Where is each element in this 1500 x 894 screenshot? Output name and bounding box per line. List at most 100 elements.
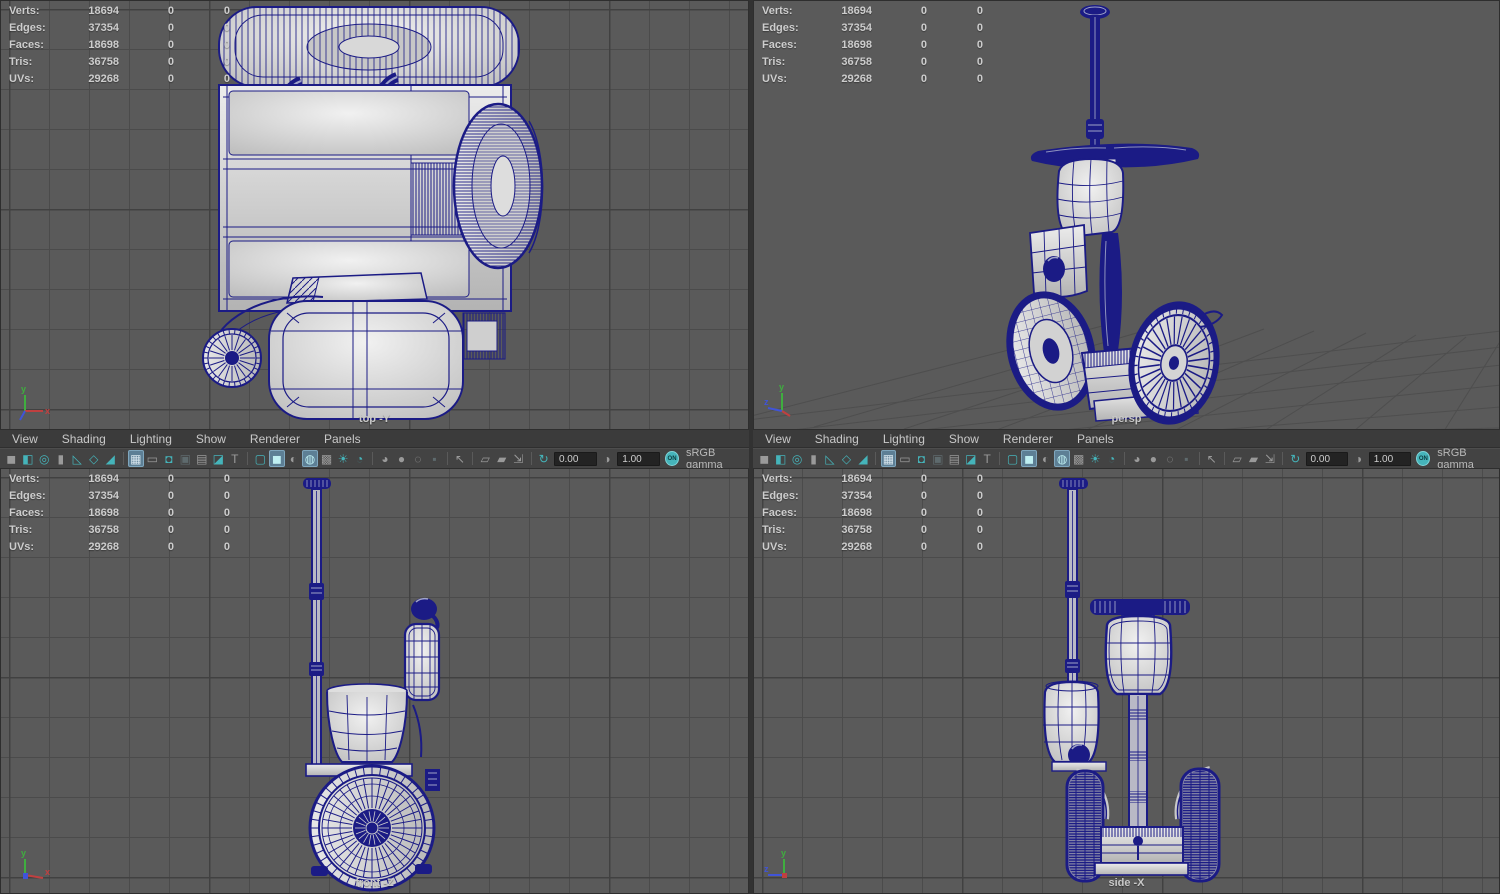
ambient-occlusion-icon[interactable]: ◕	[1129, 450, 1144, 467]
shadows-icon[interactable]: ◔	[1104, 450, 1119, 467]
camera-orbit-icon[interactable]: ◎	[789, 450, 804, 467]
gate-mask-icon[interactable]: ▣	[178, 450, 194, 467]
menu-renderer[interactable]: Renderer	[238, 430, 312, 448]
menu-lighting[interactable]: Lighting	[118, 430, 184, 448]
pan-zoom-icon[interactable]: ▪	[427, 450, 443, 467]
field-chart-icon[interactable]: ▤	[947, 450, 962, 467]
exposure-field[interactable]: 0.00	[553, 451, 597, 466]
gamma-field[interactable]: 1.00	[617, 451, 661, 466]
wireframe-mode-icon[interactable]: ▢	[1005, 450, 1020, 467]
isolate-select-icon[interactable]: ↖	[452, 450, 468, 467]
ambient-occlusion-icon[interactable]: ◕	[377, 450, 393, 467]
menu-view[interactable]: View	[0, 430, 50, 448]
sculpt-tool-icon[interactable]: ◢	[855, 450, 870, 467]
snapshot-add-icon[interactable]: ▰	[1246, 450, 1261, 467]
grease-pencil-icon[interactable]: ◺	[822, 450, 837, 467]
resize-view-icon[interactable]: ⇲	[1262, 450, 1277, 467]
snapshot-add-icon[interactable]: ▰	[494, 450, 510, 467]
film-gate-icon[interactable]: ▭	[897, 450, 912, 467]
camcorder-icon[interactable]: ◼	[4, 450, 20, 467]
texture-view-icon[interactable]: T	[979, 450, 994, 467]
stat-row: Verts: 18694 0 0	[9, 471, 230, 488]
anti-alias-icon[interactable]: ●	[1146, 450, 1161, 467]
wireframe-mode-icon[interactable]: ▢	[252, 450, 268, 467]
snapshot-icon[interactable]: ▱	[478, 450, 494, 467]
resolution-gate-icon[interactable]: ◘	[914, 450, 929, 467]
menu-show[interactable]: Show	[937, 430, 991, 448]
camcorder-icon[interactable]: ◼	[757, 450, 772, 467]
toolbar-separator	[530, 452, 532, 465]
stat-row: Tris: 36758 0 0	[9, 522, 230, 539]
viewport-top[interactable]: Verts: 18694 0 0 Edges: 37354 0 0 Faces: 18698 0 0 T…	[0, 0, 749, 430]
menu-shading[interactable]: Shading	[803, 430, 871, 448]
menu-show[interactable]: Show	[184, 430, 238, 448]
gamma-field[interactable]: 1.00	[1368, 451, 1412, 466]
exposure-icon[interactable]: ↻	[1288, 450, 1303, 467]
viewport-label: persp	[1111, 413, 1142, 425]
shaded-mode-icon[interactable]: ◼	[1021, 450, 1037, 467]
shaded-mode-icon[interactable]: ◼	[268, 450, 285, 467]
material-mode-icon[interactable]: ◐	[286, 450, 302, 467]
snapshot-icon[interactable]: ▱	[1229, 450, 1244, 467]
move-manipulator-icon[interactable]: ◇	[86, 450, 102, 467]
stat-value: 0	[920, 22, 927, 34]
stat-label: Edges:	[762, 22, 799, 34]
motion-blur-icon[interactable]: ◌	[1162, 450, 1177, 467]
camera-lock-icon[interactable]: ◧	[20, 450, 36, 467]
wireframe-on-shaded-icon[interactable]: ◍	[1054, 450, 1070, 467]
bookmark-icon[interactable]: ▮	[53, 450, 69, 467]
sculpt-tool-icon[interactable]: ◢	[103, 450, 119, 467]
film-gate-icon[interactable]: ▭	[145, 450, 161, 467]
color-management-toggle[interactable]: ON	[665, 451, 679, 466]
stat-row: Verts: 18694 0 0	[762, 3, 983, 20]
image-plane-icon[interactable]: ◪	[963, 450, 978, 467]
menu-renderer[interactable]: Renderer	[991, 430, 1065, 448]
contrast-icon[interactable]: ◑	[1351, 450, 1366, 467]
stat-row: Edges: 37354 0 0	[9, 488, 230, 505]
resize-view-icon[interactable]: ⇲	[511, 450, 527, 467]
resolution-gate-icon[interactable]: ◘	[161, 450, 177, 467]
viewport-side[interactable]: Verts: 18694 0 0 Edges: 37354 0 0 Faces: 18698 0 0 T…	[753, 468, 1500, 894]
contrast-icon[interactable]: ◑	[599, 450, 615, 467]
material-mode-icon[interactable]: ◐	[1038, 450, 1053, 467]
camera-orbit-icon[interactable]: ◎	[37, 450, 53, 467]
stat-value: 0	[223, 56, 230, 68]
viewport-label: top -Y	[358, 413, 391, 425]
menu-shading[interactable]: Shading	[50, 430, 118, 448]
stat-value: 0	[223, 39, 230, 51]
lights-icon[interactable]: ☀	[335, 450, 351, 467]
bookmark-icon[interactable]: ▮	[806, 450, 821, 467]
wireframe-on-shaded-icon[interactable]: ◍	[302, 450, 318, 467]
axis-gizmo: y x	[21, 848, 50, 879]
exposure-icon[interactable]: ↻	[536, 450, 552, 467]
gate-mask-icon[interactable]: ▣	[930, 450, 945, 467]
shadows-icon[interactable]: ◔	[352, 450, 368, 467]
texture-view-icon[interactable]: T	[227, 450, 243, 467]
menu-lighting[interactable]: Lighting	[871, 430, 937, 448]
toolbar-separator	[122, 452, 124, 465]
image-plane-icon[interactable]: ◪	[211, 450, 227, 467]
field-chart-icon[interactable]: ▤	[194, 450, 210, 467]
anti-alias-icon[interactable]: ●	[394, 450, 410, 467]
grid-toggle-icon[interactable]: ▦	[127, 450, 144, 467]
textured-mode-icon[interactable]: ▩	[1071, 450, 1086, 467]
stat-value: 18694	[88, 473, 119, 485]
color-management-toggle[interactable]: ON	[1416, 451, 1431, 466]
viewport-front[interactable]: Verts: 18694 0 0 Edges: 37354 0 0 Faces: 18698 0 0 T…	[0, 468, 749, 894]
motion-blur-icon[interactable]: ◌	[410, 450, 426, 467]
pan-zoom-icon[interactable]: ▪	[1179, 450, 1194, 467]
isolate-select-icon[interactable]: ↖	[1204, 450, 1219, 467]
menu-panels[interactable]: Panels	[312, 430, 373, 448]
grease-pencil-icon[interactable]: ◺	[70, 450, 86, 467]
grid-toggle-icon[interactable]: ▦	[880, 450, 897, 467]
viewport-persp[interactable]: Verts: 18694 0 0 Edges: 37354 0 0 Faces: 18698 0 0 T…	[753, 0, 1500, 430]
camera-lock-icon[interactable]: ◧	[773, 450, 788, 467]
exposure-field[interactable]: 0.00	[1305, 451, 1349, 466]
viewport-label: front -Z	[355, 877, 394, 889]
textured-mode-icon[interactable]: ▩	[319, 450, 335, 467]
menu-panels[interactable]: Panels	[1065, 430, 1126, 448]
move-manipulator-icon[interactable]: ◇	[839, 450, 854, 467]
toolbar-separator	[247, 452, 248, 465]
lights-icon[interactable]: ☀	[1087, 450, 1102, 467]
menu-view[interactable]: View	[753, 430, 803, 448]
